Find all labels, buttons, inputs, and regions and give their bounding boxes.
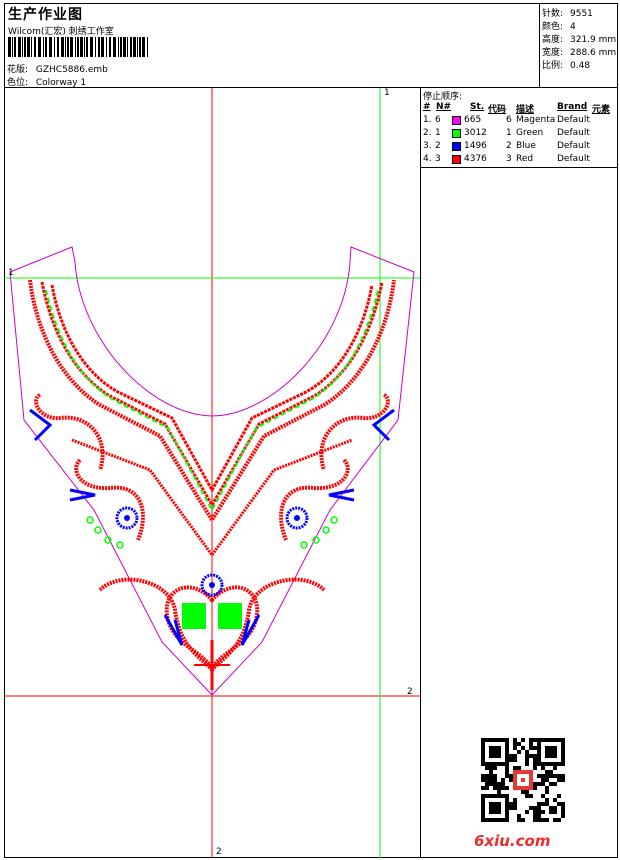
green-dot <box>300 541 308 549</box>
green-dot <box>330 516 338 524</box>
green-dot <box>94 526 102 534</box>
blue-flower-center <box>209 582 215 588</box>
red-horizontal-guide-label: 2 <box>407 687 413 697</box>
red-vertical-guide-label: 2 <box>216 847 222 857</box>
green-fill-right <box>218 603 242 629</box>
watermark-logo: 6xiu.com <box>474 832 551 850</box>
green-horizontal-guide-label: 1 <box>8 268 14 278</box>
blue-leaf <box>29 408 53 442</box>
green-vertical-guide-label: 1 <box>384 88 390 98</box>
green-dot <box>86 516 94 524</box>
blue-flower-center <box>294 515 300 521</box>
blue-leaf <box>371 408 395 442</box>
qr-code[interactable] <box>481 738 565 822</box>
green-dot <box>322 526 330 534</box>
red-scroll <box>319 393 390 471</box>
embroidery-design <box>4 88 420 858</box>
green-dot <box>116 541 124 549</box>
blue-flower-center <box>124 515 130 521</box>
red-scroll <box>34 393 105 471</box>
green-fill-left <box>182 603 206 629</box>
